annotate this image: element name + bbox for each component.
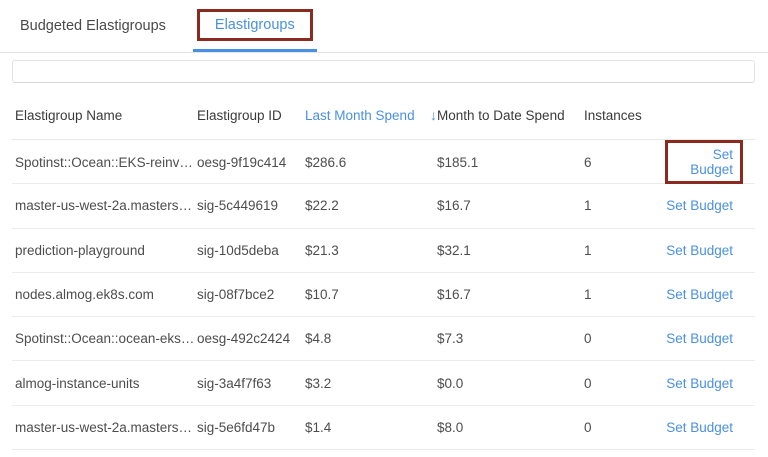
elastigroup-name: master-us-west-2a.masters… <box>12 198 197 213</box>
elastigroup-id: oesg-9f19c414 <box>197 155 305 170</box>
elastigroups-table: Elastigroup Name Elastigroup ID Last Mon… <box>12 83 755 450</box>
table-row: prediction-playground sig-10d5deba $21.3… <box>12 229 755 273</box>
col-header-last-month-spend[interactable]: Last Month Spend ↓ <box>305 108 437 123</box>
month-to-date-spend: $185.1 <box>437 155 584 170</box>
last-month-spend: $3.2 <box>305 376 437 391</box>
sort-descending-icon: ↓ <box>430 108 437 122</box>
col-header-elastigroup-name[interactable]: Elastigroup Name <box>12 108 197 123</box>
last-month-spend: $22.2 <box>305 198 437 213</box>
set-budget-link[interactable]: Set Budget <box>675 147 733 177</box>
elastigroup-name: Spotinst::Ocean::ocean-eks… <box>12 331 197 346</box>
col-header-label: Last Month Spend <box>305 108 415 123</box>
month-to-date-spend: $16.7 <box>437 287 584 302</box>
elastigroup-name: prediction-playground <box>12 243 197 258</box>
instances-count: 1 <box>584 198 665 213</box>
table-row: almog-instance-units sig-3a4f7f63 $3.2 $… <box>12 361 755 405</box>
annotation-box-set-budget: Set Budget <box>665 140 743 184</box>
last-month-spend: $1.4 <box>305 420 437 435</box>
elastigroup-id: sig-5c449619 <box>197 198 305 213</box>
table-row: master-us-west-2a.masters… sig-5e6fd47b … <box>12 406 755 450</box>
col-header-elastigroup-id[interactable]: Elastigroup ID <box>197 108 305 123</box>
set-budget-link[interactable]: Set Budget <box>666 420 733 435</box>
month-to-date-spend: $16.7 <box>437 198 584 213</box>
instances-count: 6 <box>584 155 665 170</box>
last-month-spend: $21.3 <box>305 243 437 258</box>
elastigroup-name: Spotinst::Ocean::EKS-reinv… <box>12 155 197 170</box>
elastigroup-id: sig-10d5deba <box>197 243 305 258</box>
table-row: nodes.almog.ek8s.com sig-08f7bce2 $10.7 … <box>12 273 755 317</box>
tab-elastigroups[interactable]: Elastigroups <box>193 0 317 52</box>
tab-bar: Budgeted Elastigroups Elastigroups <box>0 0 768 53</box>
table-row: Spotinst::Ocean::ocean-eks… oesg-492c242… <box>12 317 755 361</box>
annotation-box-active-tab: Elastigroups <box>197 9 313 41</box>
elastigroup-name: nodes.almog.ek8s.com <box>12 287 197 302</box>
tab-label: Elastigroups <box>215 17 295 33</box>
table-header-row: Elastigroup Name Elastigroup ID Last Mon… <box>12 83 755 140</box>
last-month-spend: $4.8 <box>305 331 437 346</box>
month-to-date-spend: $8.0 <box>437 420 584 435</box>
elastigroup-name: master-us-west-2a.masters… <box>12 420 197 435</box>
elastigroup-id: sig-3a4f7f63 <box>197 376 305 391</box>
instances-count: 0 <box>584 376 665 391</box>
elastigroup-id: sig-5e6fd47b <box>197 420 305 435</box>
budgets-panel: Budgeted Elastigroups Elastigroups Elast… <box>0 0 768 450</box>
set-budget-link[interactable]: Set Budget <box>666 243 733 258</box>
set-budget-link[interactable]: Set Budget <box>666 198 733 213</box>
last-month-spend: $286.6 <box>305 155 437 170</box>
set-budget-link[interactable]: Set Budget <box>666 287 733 302</box>
tab-label: Budgeted Elastigroups <box>20 18 166 34</box>
set-budget-link[interactable]: Set Budget <box>666 331 733 346</box>
col-header-instances[interactable]: Instances <box>584 108 665 123</box>
instances-count: 1 <box>584 243 665 258</box>
set-budget-link[interactable]: Set Budget <box>666 376 733 391</box>
instances-count: 0 <box>584 420 665 435</box>
month-to-date-spend: $0.0 <box>437 376 584 391</box>
table-row: master-us-west-2a.masters… sig-5c449619 … <box>12 184 755 228</box>
instances-count: 1 <box>584 287 665 302</box>
elastigroup-name: almog-instance-units <box>12 376 197 391</box>
month-to-date-spend: $32.1 <box>437 243 584 258</box>
month-to-date-spend: $7.3 <box>437 331 584 346</box>
elastigroup-id: oesg-492c2424 <box>197 331 305 346</box>
elastigroup-id: sig-08f7bce2 <box>197 287 305 302</box>
filter-input[interactable] <box>12 60 755 83</box>
instances-count: 0 <box>584 331 665 346</box>
tab-budgeted-elastigroups[interactable]: Budgeted Elastigroups <box>20 0 166 52</box>
last-month-spend: $10.7 <box>305 287 437 302</box>
col-header-month-to-date-spend[interactable]: Month to Date Spend <box>437 108 584 123</box>
table-row: Spotinst::Ocean::EKS-reinv… oesg-9f19c41… <box>12 140 755 184</box>
